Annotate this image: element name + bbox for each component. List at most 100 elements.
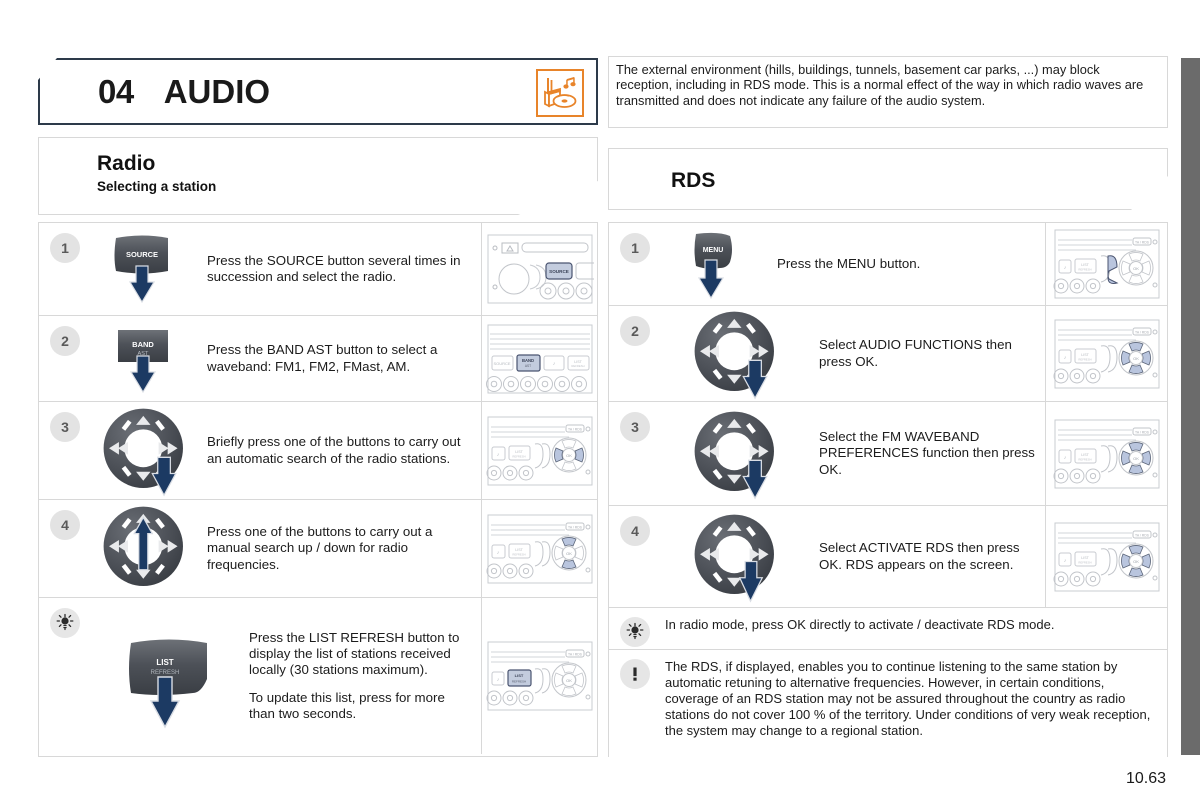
- step-badge-cell: 1: [39, 223, 91, 315]
- step-text-cell: Select ACTIVATE RDS then press OK. RDS a…: [813, 506, 1045, 607]
- step-number-badge: 1: [620, 233, 650, 263]
- table-row: 3 Select the FM WAVEBAND PREFERENCES fun…: [609, 402, 1167, 506]
- step-badge-cell: 1: [609, 223, 661, 305]
- step-badge-cell: 4: [609, 506, 661, 607]
- step-text: Press the LIST REFRESH button to display…: [249, 629, 460, 678]
- radio-unit-dpad-all-highlight-icon: TA / RDS ♪ LIST REFRESH OK: [1053, 319, 1159, 388]
- step-text-cell: Press one of the buttons to carry out a …: [201, 500, 481, 597]
- svg-text:LIST: LIST: [514, 673, 523, 678]
- audio-system-icon: [536, 69, 584, 117]
- chapter-header: 04 AUDIO: [38, 58, 598, 125]
- unit-photo-cell: TA / RDS ♪ LIST REFRESH OK: [1045, 306, 1167, 401]
- radio-unit-dpad-all-highlight-icon: TA / RDS ♪ LIST REFRESH OK: [1053, 522, 1159, 591]
- step-number-badge: 1: [50, 233, 80, 263]
- step-badge-cell: 2: [39, 316, 91, 401]
- band-button-label: BAND: [132, 340, 154, 349]
- control-illustration-cell: [661, 306, 813, 401]
- note-text: In radio mode, press OK directly to acti…: [665, 617, 1055, 632]
- dpad-right-icon: [103, 408, 183, 497]
- step-text-cell: Press the BAND AST button to select a wa…: [201, 316, 481, 401]
- unit-photo-cell: TA / RDS ♪ LIST REFRESH OK: [1045, 402, 1167, 505]
- unit-photo-cell: SOURCE BAND AST ♪ LIST REFRESH: [481, 316, 597, 401]
- svg-text:OK: OK: [1133, 559, 1139, 564]
- control-illustration-cell: [91, 402, 201, 499]
- section-header-radio: Radio Selecting a station: [38, 137, 598, 215]
- svg-text:TA / RDS: TA / RDS: [1135, 533, 1150, 537]
- note-badge-cell: [609, 650, 661, 689]
- step-text-cell: Press the SOURCE button several times in…: [201, 223, 481, 315]
- unit-photo-cell: TA / RDS ♪ LIST REFRESH OK: [481, 402, 597, 499]
- dpad-up-icon: [103, 506, 183, 586]
- page-number: 10.63: [1125, 770, 1166, 787]
- radio-unit-dpad-leftright-highlight-icon: TA / RDS ♪ LIST REFRESH OK: [486, 416, 592, 485]
- chapter-number: 04: [98, 72, 134, 110]
- svg-text:REFRESH: REFRESH: [1078, 268, 1091, 272]
- unit-photo-cell: TA / RDS ♪ LIST REFRESH OK: [481, 598, 597, 754]
- tip-icon: [620, 617, 650, 647]
- radio-unit-band-highlight-icon: SOURCE BAND AST ♪ LIST REFRESH: [485, 324, 592, 393]
- step-text: Press the MENU button.: [777, 255, 921, 271]
- svg-text:LIST: LIST: [515, 548, 523, 552]
- source-button-icon: SOURCE: [114, 235, 168, 304]
- svg-text:REFRESH: REFRESH: [512, 552, 525, 556]
- svg-text:REFRESH: REFRESH: [511, 680, 525, 684]
- reception-note-text: The external environment (hills, buildin…: [616, 62, 1144, 108]
- svg-text:AST: AST: [524, 364, 530, 368]
- table-row: 4 Select ACTIVATE RDS then press OK. RDS…: [609, 506, 1167, 608]
- list-button-label: LIST: [156, 658, 173, 667]
- unit-photo-cell: TA / RDS ♪ LIST REFRESH OK: [1045, 223, 1167, 305]
- step-badge-cell: 3: [609, 402, 661, 505]
- radio-unit-dpad-all-highlight-icon: TA / RDS ♪ LIST REFRESH OK: [1053, 419, 1159, 488]
- step-number-badge: 4: [50, 510, 80, 540]
- control-illustration-cell: [661, 402, 813, 505]
- menu-button-icon: MENU: [694, 232, 732, 300]
- svg-text:OK: OK: [566, 551, 572, 556]
- dpad-right-icon: [694, 411, 774, 500]
- dpad-right-icon: [694, 514, 774, 603]
- step-text: Select ACTIVATE RDS then press OK. RDS a…: [819, 540, 1020, 572]
- table-row: 4 Press one of the buttons to carry out …: [39, 500, 597, 598]
- radio-unit-menu-highlight-icon: TA / RDS ♪ LIST REFRESH OK: [1053, 229, 1159, 299]
- list-refresh-button-icon: LIST REFRESH: [129, 639, 207, 729]
- svg-text:LIST: LIST: [1081, 263, 1089, 267]
- table-row: The RDS, if displayed, enables you to co…: [609, 650, 1167, 758]
- note-text-cell: In radio mode, press OK directly to acti…: [661, 608, 1167, 643]
- step-text: To update this list, press for more than…: [249, 689, 445, 721]
- table-row: LIST REFRESH Press the LIST REFRESH butt…: [39, 598, 597, 754]
- manual-page: 04 AUDIO The external environment (hills…: [0, 0, 1200, 800]
- reception-note: The external environment (hills, buildin…: [608, 56, 1168, 128]
- step-text-cell: Select AUDIO FUNCTIONS then press OK.: [813, 306, 1045, 401]
- step-text-cell: Press the LIST REFRESH button to display…: [243, 598, 481, 754]
- svg-text:OK: OK: [566, 678, 572, 683]
- svg-text:REFRESH: REFRESH: [512, 454, 525, 458]
- svg-text:TA / RDS: TA / RDS: [568, 427, 583, 431]
- unit-photo-cell: TA / RDS ♪ LIST REFRESH OK: [481, 500, 597, 597]
- step-number-badge: 2: [620, 316, 650, 346]
- note-text: The RDS, if displayed, enables you to co…: [665, 659, 1151, 738]
- control-illustration-cell: MENU: [661, 223, 771, 305]
- warning-icon: [620, 659, 650, 689]
- svg-text:LIST: LIST: [1081, 353, 1089, 357]
- note-badge-cell: [609, 608, 661, 647]
- step-text: Press the SOURCE button several times in…: [207, 252, 461, 284]
- step-text: Press one of the buttons to carry out a …: [207, 524, 433, 572]
- step-number-badge: 2: [50, 326, 80, 356]
- svg-text:REFRESH: REFRESH: [1078, 457, 1091, 461]
- radio-unit-list-highlight-icon: TA / RDS ♪ LIST REFRESH OK: [486, 641, 592, 711]
- radio-steps-table: 1 SOURCE Press the SOURCE button several…: [38, 222, 598, 757]
- svg-text:REFRESH: REFRESH: [1078, 560, 1091, 564]
- note-text-cell: The RDS, if displayed, enables you to co…: [661, 650, 1167, 749]
- step-text-cell: Select the FM WAVEBAND PREFERENCES funct…: [813, 402, 1045, 505]
- step-badge-cell: 3: [39, 402, 91, 499]
- step-badge-cell: [39, 598, 91, 754]
- svg-text:TA / RDS: TA / RDS: [1135, 430, 1150, 434]
- svg-text:LIST: LIST: [515, 450, 523, 454]
- section-title: Radio: [97, 152, 156, 175]
- source-button-label: SOURCE: [126, 250, 158, 259]
- radio-unit-dpad-updown-highlight-icon: TA / RDS ♪ LIST REFRESH OK: [486, 514, 592, 583]
- rds-steps-table: 1 MENU Press the MENU button. TA / RDS ♪…: [608, 222, 1168, 758]
- unit-photo-cell: TA / RDS ♪ LIST REFRESH OK: [1045, 506, 1167, 607]
- table-row: 1 SOURCE Press the SOURCE button several…: [39, 223, 597, 316]
- svg-text:TA / RDS: TA / RDS: [1135, 241, 1150, 245]
- svg-text:SOURCE: SOURCE: [549, 269, 569, 274]
